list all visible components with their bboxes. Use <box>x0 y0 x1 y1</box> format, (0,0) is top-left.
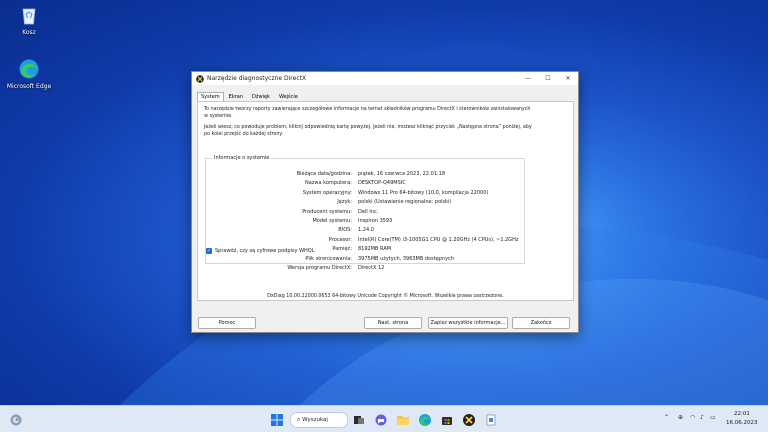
info-value: DirectX 12 <box>358 265 385 271</box>
search-label: Wyszukaj <box>302 417 328 423</box>
app-taskbar-icon[interactable] <box>484 412 498 426</box>
intro-paragraph-2: Jeżeli wiesz, co powoduje problem, klikn… <box>204 125 532 137</box>
exit-button[interactable]: Zakończ <box>512 317 570 329</box>
dxdiag-icon <box>196 74 204 83</box>
info-key: BIOS: <box>338 227 352 234</box>
dxdiag-window: Narzędzie diagnostyczne DirectX — ☐ ✕ Sy… <box>191 71 579 333</box>
info-value: Windows 11 Pro 64-bitowy (10.0, kompilac… <box>358 189 489 196</box>
close-button[interactable]: ✕ <box>558 72 578 85</box>
intro-paragraph-1: To narzędzie tworzy raporty zawierające … <box>204 107 531 119</box>
battery-icon[interactable]: ▭ <box>710 414 716 421</box>
edge-icon <box>18 58 40 80</box>
dxdiag-taskbar-icon[interactable] <box>462 412 476 426</box>
info-key: Język: <box>337 199 352 206</box>
wifi-icon[interactable]: ◠ <box>690 414 695 421</box>
recycle-bin-icon <box>18 4 40 26</box>
file-explorer-icon[interactable] <box>396 412 410 426</box>
minimize-button[interactable]: — <box>518 72 538 85</box>
intro-text: To narzędzie tworzy raporty zawierające … <box>204 107 534 138</box>
clock-date[interactable]: 16.06.2023 <box>726 420 758 426</box>
language-icon[interactable]: ⊕ <box>678 414 683 421</box>
widgets-icon[interactable] <box>9 412 23 426</box>
help-button[interactable]: Pomoc <box>198 317 256 329</box>
info-value: 8192MB RAM <box>358 246 392 253</box>
search-icon: ⌕ <box>297 416 301 423</box>
info-value: 1.24.0 <box>358 227 374 234</box>
teams-chat-icon[interactable] <box>374 412 388 426</box>
desktop-icon-recycle-bin[interactable]: Kosz <box>4 4 54 36</box>
maximize-button[interactable]: ☐ <box>538 72 558 85</box>
info-value: 3975MB użytych, 3963MB dostępnych <box>358 255 454 262</box>
info-key: Producent systemu: <box>302 208 352 215</box>
taskbar-search[interactable]: ⌕ Wyszukaj <box>290 412 348 428</box>
info-key: Bieżąca data/godzina: <box>296 171 352 177</box>
info-value: Intel(R) Core(TM) i3-1005G1 CPU @ 1.20GH… <box>358 236 519 243</box>
info-value: Inspiron 3593 <box>358 218 393 224</box>
chevron-up-icon[interactable]: ⌃ <box>664 414 669 421</box>
group-title: Informacje o systemie <box>212 155 272 161</box>
info-key: Wersja programu DirectX: <box>287 265 352 271</box>
edge-taskbar-icon[interactable] <box>418 412 432 426</box>
window-title: Narzędzie diagnostyczne DirectX <box>207 75 307 82</box>
info-key: Nazwa komputera: <box>304 180 352 187</box>
title-bar[interactable]: Narzędzie diagnostyczne DirectX — ☐ ✕ <box>192 72 578 85</box>
info-key: Plik stronicowania: <box>305 255 352 262</box>
desktop-icon-label: Microsoft Edge <box>6 83 52 90</box>
clock-time[interactable]: 22:01 <box>734 411 750 417</box>
next-page-button[interactable]: Nast. strona <box>364 317 422 329</box>
info-value: DESKTOP-Q49MSIC <box>358 180 406 187</box>
whql-checkbox[interactable]: ✓ Sprawdź, czy są cyfrowe podpisy WHQL <box>206 248 315 254</box>
speaker-icon[interactable]: ♪ <box>700 414 704 421</box>
task-view-icon[interactable] <box>352 412 366 426</box>
start-icon[interactable] <box>270 412 284 426</box>
info-value: polski (Ustawienie regionalne: polski) <box>358 199 452 206</box>
whql-label: Sprawdź, czy są cyfrowe podpisy WHQL <box>215 248 315 254</box>
checkmark-icon: ✓ <box>206 248 212 254</box>
taskbar: ⌕ Wyszukaj ⌃ ⊕ ◠ ♪ ▭ 22:01 16.06.2023 <box>0 405 768 432</box>
store-icon[interactable] <box>440 412 454 426</box>
desktop-icon-edge[interactable]: Microsoft Edge <box>4 58 54 90</box>
info-value: piątek, 16 czerwca 2023, 22:01:18 <box>358 171 446 177</box>
desktop-icon-label: Kosz <box>22 29 36 36</box>
info-key: Procesor: <box>328 236 352 243</box>
system-tab-panel: To narzędzie tworzy raporty zawierające … <box>197 101 574 301</box>
save-all-button[interactable]: Zapisz wszystkie informacje... <box>428 317 508 329</box>
info-key: System operacyjny: <box>302 189 352 196</box>
info-key: Model systemu: <box>312 218 352 224</box>
copyright-text: DxDiag 10.00.22000.0653 64-bitowy Unicod… <box>267 294 504 299</box>
info-value: Dell Inc. <box>358 208 379 215</box>
